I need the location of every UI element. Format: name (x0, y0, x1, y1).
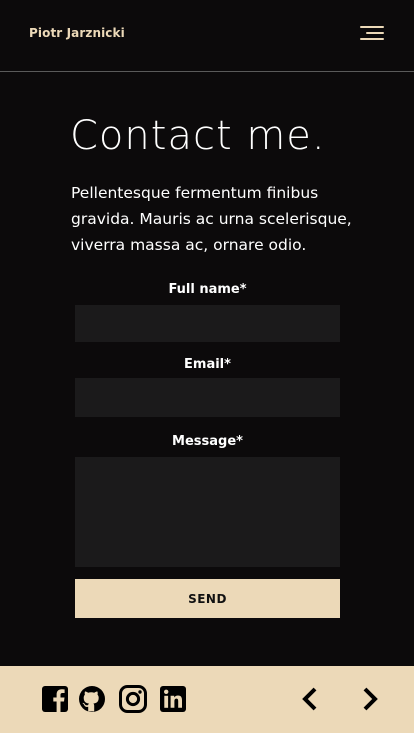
hamburger-menu-icon (360, 26, 384, 40)
full-name-input[interactable] (75, 305, 340, 342)
instagram-link[interactable] (118, 684, 148, 714)
brand-name[interactable]: Piotr Jarznicki (29, 26, 125, 40)
chevron-left-icon (302, 687, 317, 711)
footer (0, 666, 414, 733)
email-label: Email* (184, 357, 231, 372)
previous-button[interactable] (297, 686, 323, 712)
facebook-icon (42, 686, 68, 712)
email-input[interactable] (75, 378, 340, 417)
top-bar: Piotr Jarznicki (0, 0, 414, 72)
full-name-label: Full name* (168, 282, 247, 297)
github-link[interactable] (77, 684, 107, 714)
menu-button[interactable] (356, 22, 388, 44)
send-button[interactable]: SEND (75, 579, 340, 618)
chevron-right-icon (363, 687, 378, 711)
message-label: Message* (172, 434, 243, 449)
next-button[interactable] (357, 686, 383, 712)
intro-text: Pellentesque fermentum finibus gravida. … (71, 184, 352, 254)
message-textarea[interactable] (75, 457, 340, 567)
linkedin-link[interactable] (158, 684, 188, 714)
linkedin-icon (160, 686, 186, 712)
instagram-icon (119, 685, 147, 713)
page-title: Contact me. (70, 113, 326, 159)
github-icon (79, 686, 105, 712)
facebook-link[interactable] (40, 684, 70, 714)
